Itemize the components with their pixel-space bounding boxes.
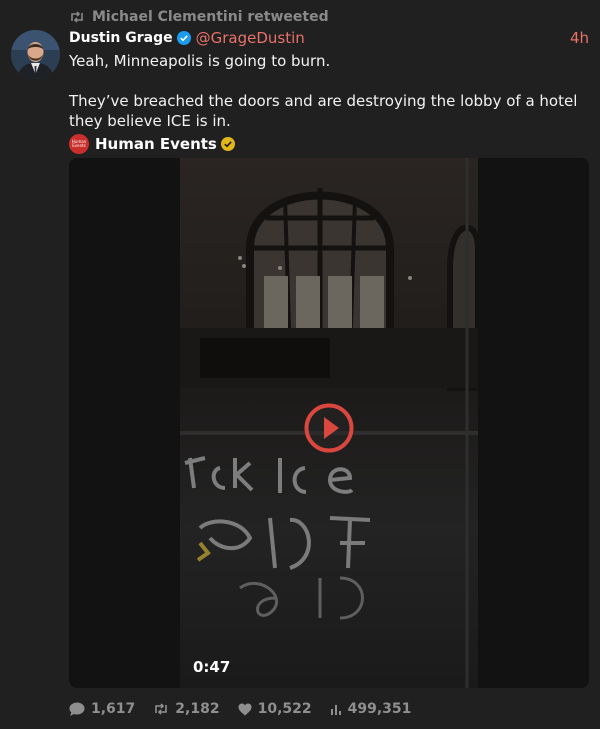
tweet-text: Yeah, Minneapolis is going to burn. They…: [69, 51, 589, 131]
retweet-icon: [69, 10, 85, 24]
reply-button[interactable]: 1,617: [69, 701, 135, 717]
gold-verified-icon: [220, 137, 235, 151]
author-name[interactable]: Dustin Grage: [69, 30, 173, 46]
play-icon[interactable]: [304, 403, 354, 453]
heart-icon: [238, 703, 252, 716]
media-source[interactable]: Human Events Human Events: [69, 133, 235, 155]
source-name[interactable]: Human Events: [95, 135, 217, 153]
retweet-icon: [153, 702, 169, 716]
views-button[interactable]: 499,351: [330, 701, 412, 717]
tweet-paragraph: Yeah, Minneapolis is going to burn.: [69, 52, 331, 70]
like-count: 10,522: [257, 701, 312, 717]
tweet-header: Dustin Grage @GrageDustin 4h: [69, 28, 589, 48]
reply-count: 1,617: [91, 701, 136, 717]
retweet-button[interactable]: 2,182: [153, 701, 220, 717]
tweet-timestamp[interactable]: 4h: [570, 29, 589, 47]
reply-icon: [69, 702, 85, 716]
view-count: 499,351: [347, 701, 412, 717]
author-handle[interactable]: @GrageDustin: [196, 29, 305, 47]
views-icon: [330, 703, 342, 715]
tweet-stats: 1,617 2,182 10,522 499,351: [69, 699, 429, 719]
retweet-count: 2,182: [175, 701, 220, 717]
logo-text: Human Events: [71, 139, 87, 148]
retweeted-by-text: Michael Clementini retweeted: [92, 9, 329, 25]
video-player[interactable]: 0:47: [69, 158, 589, 688]
tweet-paragraph: They’ve breached the doors and are destr…: [69, 92, 578, 130]
video-duration: 0:47: [193, 658, 231, 676]
human-events-logo: Human Events: [69, 134, 89, 154]
verified-icon: [176, 31, 191, 45]
like-button[interactable]: 10,522: [238, 701, 312, 717]
avatar[interactable]: [11, 30, 60, 79]
retweet-indicator: Michael Clementini retweeted: [69, 8, 329, 26]
